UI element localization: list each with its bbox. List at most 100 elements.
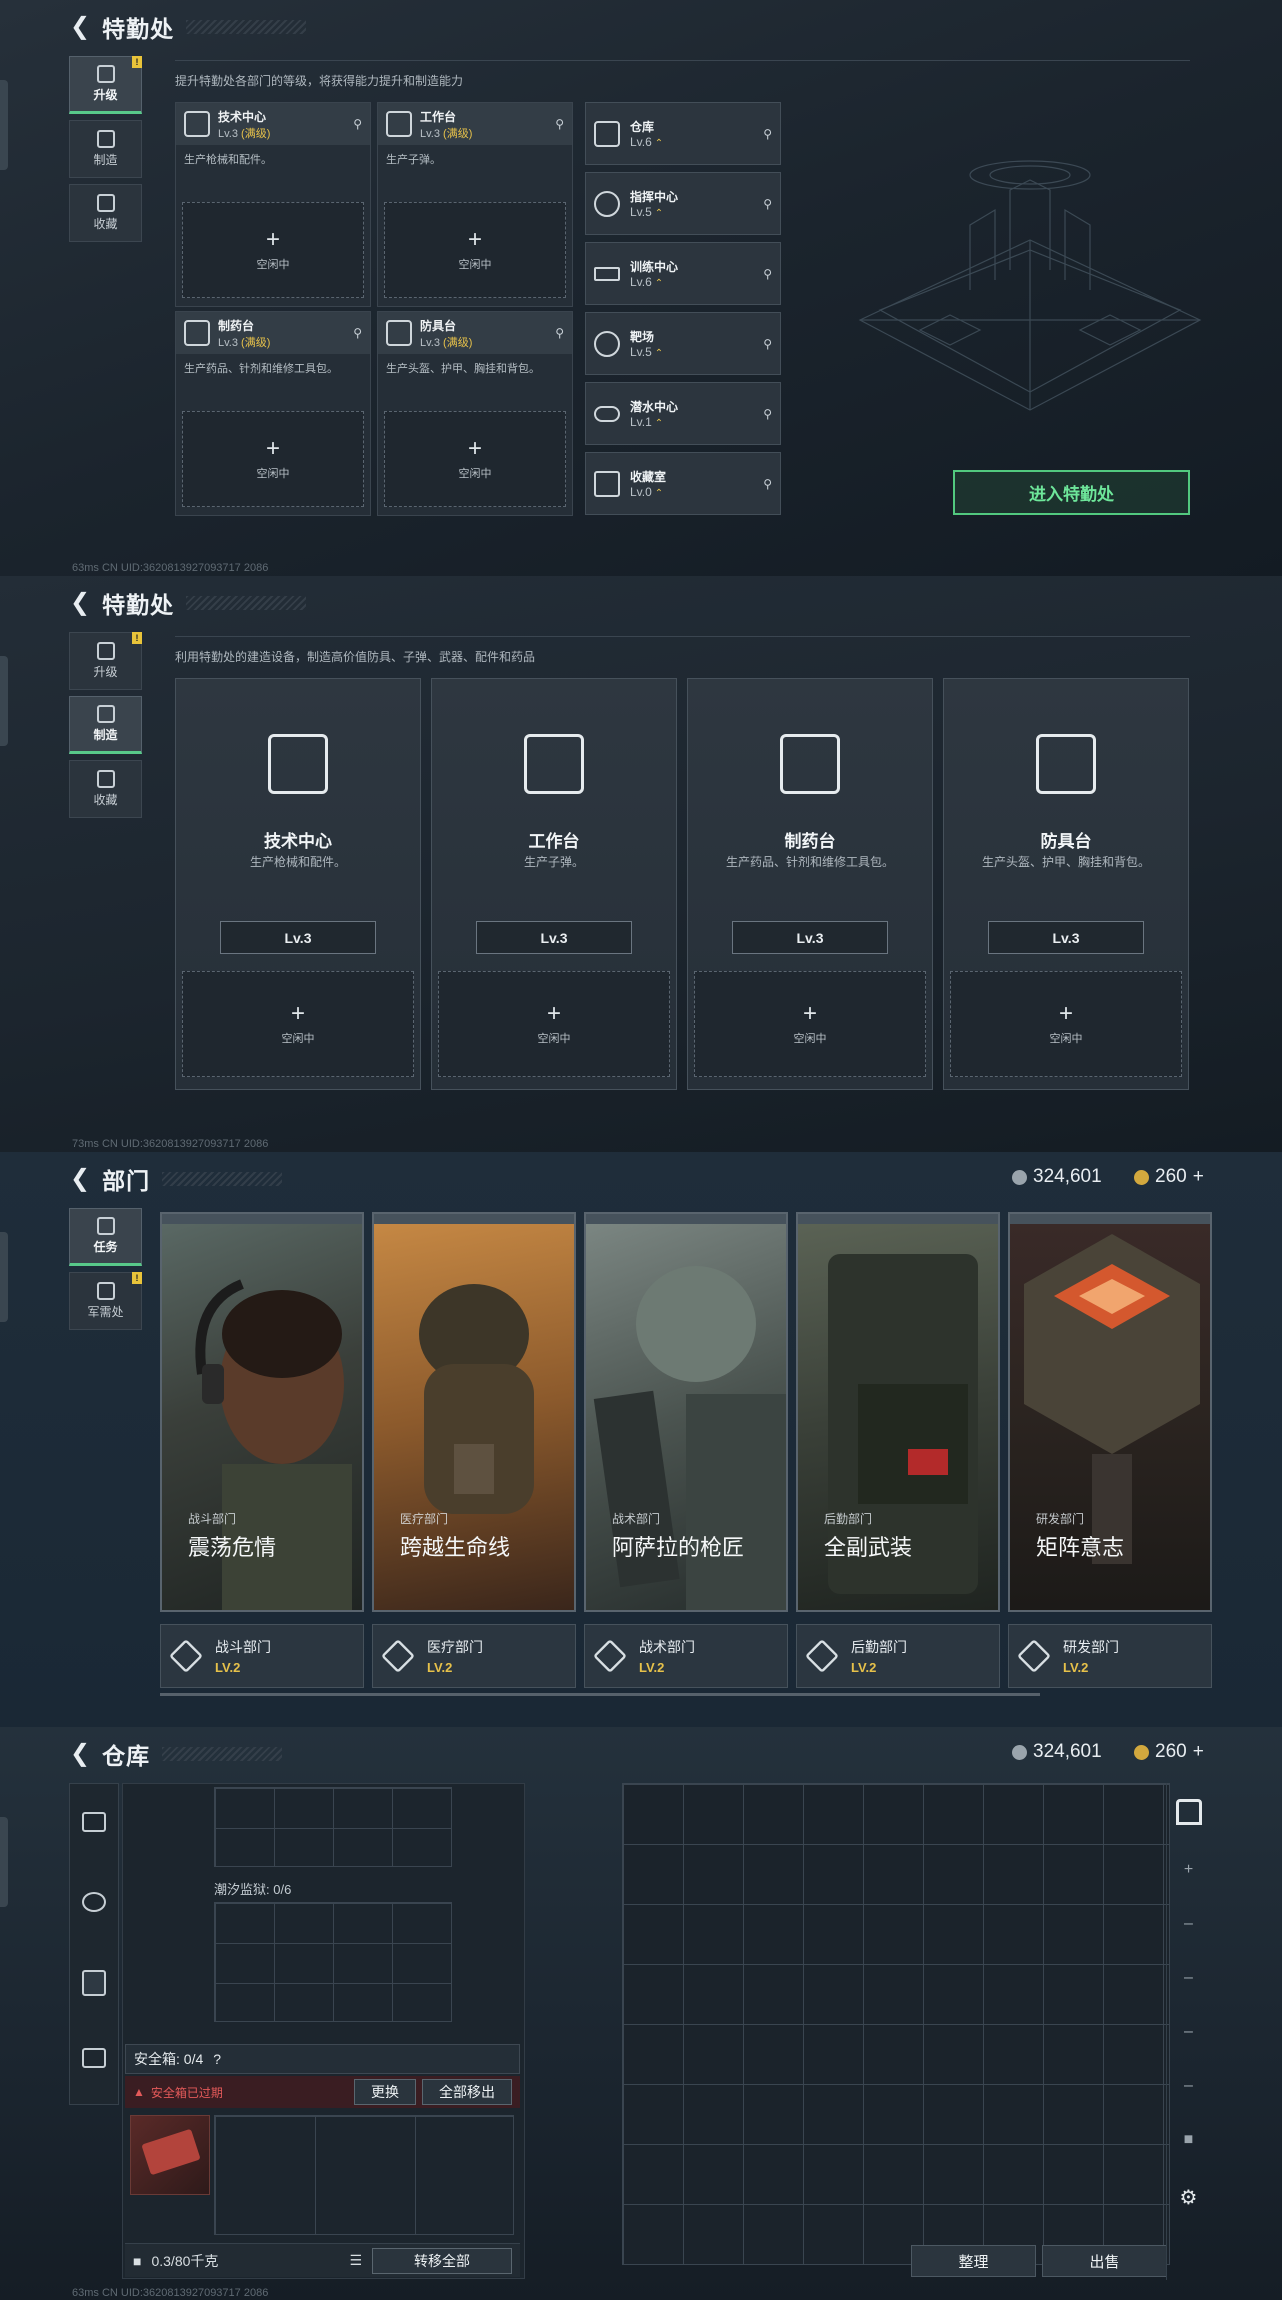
warehouse-page-icon[interactable] — [1175, 1799, 1202, 1825]
room-shooting-range[interactable]: 靶场 Lv.5 ⌃ ⚲ — [585, 312, 781, 375]
tidal-prison-grid[interactable] — [214, 1902, 452, 2022]
container-grid-top[interactable] — [214, 1787, 452, 1867]
add-page-icon[interactable]: + — [1184, 1861, 1193, 1879]
workshop-card-armor-bench[interactable]: 防具台 Lv.3 (满级) ⚲ 生产头盔、护甲、胸挂和背包。 + 空闲中 — [377, 311, 573, 516]
search-icon[interactable]: ⚲ — [763, 127, 772, 141]
horizontal-scrollbar[interactable] — [160, 1693, 1040, 1696]
room-level: Lv.5 — [630, 205, 652, 219]
safe-box-capacity: 安全箱: 0/4 — [134, 2051, 204, 2067]
rig-icon[interactable] — [82, 2048, 106, 2068]
tab-upgrade[interactable]: ! 升级 — [69, 56, 142, 114]
tab-craft[interactable]: 制造 — [69, 696, 142, 754]
help-icon[interactable]: ? — [213, 2051, 221, 2067]
department-operation-name: 跨越生命线 — [400, 1535, 511, 1560]
search-icon[interactable]: ⚲ — [555, 326, 564, 340]
warehouse-storage-grid[interactable] — [622, 1783, 1170, 2265]
side-edge-handle[interactable] — [0, 656, 8, 746]
workshop-card-pharmacy[interactable]: 制药台 Lv.3 (满级) ⚲ 生产药品、针剂和维修工具包。 + 空闲中 — [175, 311, 371, 516]
room-training-center[interactable]: 训练中心 Lv.6 ⌃ ⚲ — [585, 242, 781, 305]
production-slot[interactable]: + 空闲中 — [182, 411, 364, 507]
department-tab-medical[interactable]: 医疗部门 LV.2 — [372, 1624, 576, 1688]
department-card-combat[interactable]: 战斗部门 震荡危情 — [160, 1212, 364, 1612]
page-slot-icon[interactable]: – — [1184, 1915, 1193, 1933]
room-level: Lv.5 — [630, 345, 652, 359]
room-collection-room[interactable]: 收藏室 Lv.0 ⌃ ⚲ — [585, 452, 781, 515]
tab-label: 收藏 — [93, 217, 118, 231]
workshop-card-tech-center[interactable]: 技术中心 Lv.3 (满级) ⚲ 生产枪械和配件。 + 空闲中 — [175, 102, 371, 307]
search-icon[interactable]: ⚲ — [763, 197, 772, 211]
side-edge-handle[interactable] — [0, 80, 8, 170]
silver-currency: 324,601 — [1012, 1166, 1102, 1188]
research-emblem-icon — [1017, 1639, 1051, 1673]
search-icon[interactable]: ⚲ — [763, 267, 772, 281]
craft-gear-icon — [96, 705, 115, 723]
tab-collection[interactable]: 收藏 — [69, 184, 142, 242]
production-slot[interactable]: + 空闲中 — [438, 971, 670, 1077]
plus-icon: + — [802, 1000, 817, 1027]
department-tab-tactical[interactable]: 战术部门 LV.2 — [584, 1624, 788, 1688]
back-arrow-icon[interactable]: ❮ — [70, 12, 90, 42]
department-tab-logistics[interactable]: 后勤部门 LV.2 — [796, 1624, 1000, 1688]
section-description: 利用特勤处的建造设备，制造高价值防具、子弹、武器、配件和药品 — [175, 650, 536, 664]
craft-card-tech-center[interactable]: 技术中心 生产枪械和配件。 Lv.3 + 空闲中 — [175, 678, 421, 1090]
craft-card-pharmacy[interactable]: 制药台 生产药品、针剂和维修工具包。 Lv.3 + 空闲中 — [687, 678, 933, 1090]
remove-all-button[interactable]: 全部移出 — [422, 2079, 512, 2105]
list-view-icon[interactable]: ☰ — [349, 2252, 362, 2269]
transfer-all-button[interactable]: 转移全部 — [372, 2247, 512, 2274]
page-slot-icon[interactable]: – — [1184, 2023, 1193, 2041]
back-arrow-icon[interactable]: ❮ — [70, 588, 90, 618]
alert-badge: ! — [132, 1272, 142, 1284]
back-arrow-icon[interactable]: ❮ — [70, 1739, 90, 1769]
pistol-icon[interactable] — [82, 1812, 106, 1832]
add-currency-icon[interactable]: + — [1193, 1166, 1204, 1188]
production-slot[interactable]: + 空闲中 — [950, 971, 1182, 1077]
search-icon[interactable]: ⚲ — [353, 326, 362, 340]
room-command-center[interactable]: 指挥中心 Lv.5 ⌃ ⚲ — [585, 172, 781, 235]
settings-gear-icon[interactable]: ⚙ — [1180, 2185, 1198, 2210]
department-tab-combat[interactable]: 战斗部门 LV.2 — [160, 1624, 364, 1688]
gold-currency[interactable]: 260 + — [1134, 1741, 1204, 1763]
page-slot-icon[interactable]: – — [1184, 1969, 1193, 1987]
search-icon[interactable]: ⚲ — [763, 477, 772, 491]
craft-card-armor-bench[interactable]: 防具台 生产头盔、护甲、胸挂和背包。 Lv.3 + 空闲中 — [943, 678, 1189, 1090]
side-edge-handle[interactable] — [0, 1817, 8, 1907]
production-slot[interactable]: + 空闲中 — [182, 971, 414, 1077]
tab-collection[interactable]: 收藏 — [69, 760, 142, 818]
department-card-tactical[interactable]: 战术部门 阿萨拉的枪匠 — [584, 1212, 788, 1612]
mission-icon — [96, 1217, 115, 1235]
production-slot[interactable]: + 空闲中 — [694, 971, 926, 1077]
tab-upgrade[interactable]: ! 升级 — [69, 632, 142, 690]
replace-button[interactable]: 更换 — [354, 2079, 416, 2105]
gold-currency[interactable]: 260 + — [1134, 1166, 1204, 1188]
department-tab-research[interactable]: 研发部门 LV.2 — [1008, 1624, 1212, 1688]
tab-missions[interactable]: 任务 — [69, 1208, 142, 1266]
add-currency-icon[interactable]: + — [1193, 1741, 1204, 1763]
sell-button[interactable]: 出售 — [1042, 2245, 1167, 2277]
tab-craft[interactable]: 制造 — [69, 120, 142, 178]
department-card-medical[interactable]: 医疗部门 跨越生命线 — [372, 1212, 576, 1612]
workshop-card-workbench[interactable]: 工作台 Lv.3 (满级) ⚲ 生产子弹。 + 空闲中 — [377, 102, 573, 307]
department-card-research[interactable]: 研发部门 矩阵意志 — [1008, 1212, 1212, 1612]
search-icon[interactable]: ⚲ — [555, 117, 564, 131]
production-slot[interactable]: + 空闲中 — [384, 202, 566, 298]
search-icon[interactable]: ⚲ — [763, 337, 772, 351]
organize-button[interactable]: 整理 — [911, 2245, 1036, 2277]
helmet-icon[interactable] — [82, 1892, 106, 1912]
side-edge-handle[interactable] — [0, 1232, 8, 1322]
craft-card-workbench[interactable]: 工作台 生产子弹。 Lv.3 + 空闲中 — [431, 678, 677, 1090]
room-diving-center[interactable]: 潜水中心 Lv.1 ⌃ ⚲ — [585, 382, 781, 445]
room-warehouse[interactable]: 仓库 Lv.6 ⌃ ⚲ — [585, 102, 781, 165]
safe-box-grid[interactable] — [214, 2115, 514, 2235]
backpack-icon[interactable] — [82, 1970, 106, 1996]
enter-special-ops-button[interactable]: 进入特勤处 — [953, 470, 1190, 515]
production-slot[interactable]: + 空闲中 — [384, 411, 566, 507]
back-arrow-icon[interactable]: ❮ — [70, 1164, 90, 1194]
production-slot[interactable]: + 空闲中 — [182, 202, 364, 298]
page-slot-icon[interactable]: – — [1184, 2077, 1193, 2095]
search-icon[interactable]: ⚲ — [353, 117, 362, 131]
search-icon[interactable]: ⚲ — [763, 407, 772, 421]
department-card-logistics[interactable]: 后勤部门 全副武装 — [796, 1212, 1000, 1612]
slot-status: 空闲中 — [458, 468, 492, 480]
expired-safe-box-item[interactable] — [130, 2115, 210, 2195]
tab-quartermaster[interactable]: ! 军需处 — [69, 1272, 142, 1330]
